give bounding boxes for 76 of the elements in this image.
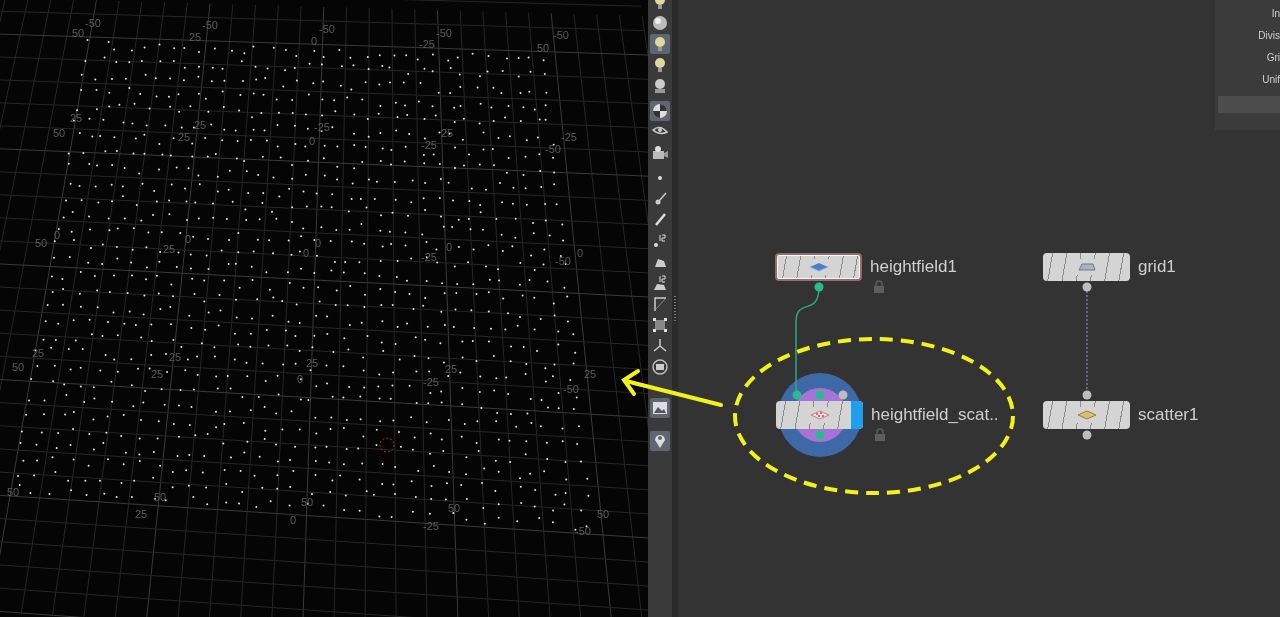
node-tile[interactable] [1043, 253, 1130, 281]
output-port[interactable] [1082, 282, 1092, 292]
grid-label: 25 [69, 112, 83, 124]
grid-label: 0 [445, 241, 453, 253]
grid-label: 25 [440, 127, 454, 139]
node-name: scatter1 [1138, 405, 1199, 425]
parameter-label: Gri [1265, 50, 1280, 65]
grid-label: 0 [310, 35, 318, 47]
node-tile[interactable] [775, 253, 862, 281]
grid-label: 25 [31, 347, 45, 359]
grid-label: -25 [419, 38, 435, 50]
grid-label: 50 [6, 486, 20, 498]
grid-label: -50 [85, 17, 101, 29]
grid-label: 0 [314, 237, 322, 249]
grid-label: 50 [300, 496, 314, 508]
grid-label: 50 [71, 27, 85, 39]
grid-label: 0 [296, 373, 304, 385]
grid-label: 25 [583, 368, 597, 380]
grid-label: 25 [305, 357, 319, 369]
grid-label: 0 [308, 135, 316, 147]
grid-label: -50 [319, 23, 335, 35]
grid-label: 50 [11, 361, 25, 373]
grid-label: 25 [168, 351, 182, 363]
output-port[interactable] [1082, 430, 1092, 440]
input-port[interactable] [792, 390, 802, 400]
grid-label: -25 [423, 520, 439, 532]
node-name: heightfield_scat.. [871, 405, 999, 425]
light-bulb-icon[interactable] [650, 34, 670, 54]
grid-label: 25 [193, 119, 207, 131]
grid-label: 25 [444, 363, 458, 375]
grid-label: -25 [314, 121, 330, 133]
grid-label: 25 [177, 131, 191, 143]
input-port[interactable] [815, 390, 825, 400]
grid-label: -50 [575, 525, 591, 537]
grid-label: -25 [561, 131, 577, 143]
grid-label: 0 [302, 247, 310, 259]
grid-label: -50 [202, 19, 218, 31]
grid-label: -25 [421, 251, 437, 263]
grid-label: 0 [184, 233, 192, 245]
grid-label: -25 [423, 376, 439, 388]
input-port[interactable] [838, 390, 848, 400]
grid-label: 50 [596, 508, 610, 520]
node-tile[interactable] [1043, 401, 1130, 429]
splitter-handle[interactable] [674, 295, 676, 322]
ring-icon[interactable] [650, 357, 670, 377]
node-tile[interactable] [776, 401, 863, 429]
grid-label: -50 [436, 27, 452, 39]
grid-label: -25 [421, 139, 437, 151]
parameter-label: In [1270, 6, 1280, 21]
shaded-ball-icon[interactable] [650, 101, 670, 121]
pivot-marker [379, 437, 395, 453]
location-pin-icon[interactable] [650, 431, 670, 451]
grid-label: 50 [447, 502, 461, 514]
input-port[interactable] [1082, 390, 1092, 400]
node-name: heightfield1 [870, 257, 957, 277]
grid-label: -50 [553, 29, 569, 41]
grid-label: 25 [188, 31, 202, 43]
grid-label: 0 [576, 247, 584, 259]
grid-label: -50 [545, 143, 561, 155]
parameter-label: Unif [1261, 72, 1280, 87]
grid-label: 0 [289, 514, 297, 526]
square-handles-icon[interactable] [650, 315, 670, 335]
grid-label: 50 [153, 491, 167, 503]
picture-icon[interactable] [650, 398, 670, 418]
grid-label: 25 [162, 243, 176, 255]
grid-label: 0 [53, 229, 61, 241]
grid-label: 25 [150, 368, 164, 380]
sphere-icon[interactable] [650, 13, 670, 33]
grid-label: -50 [563, 383, 579, 395]
output-port[interactable] [814, 282, 824, 292]
node-name: grid1 [1138, 257, 1176, 277]
grid-label: 50 [52, 127, 66, 139]
grid-label: 50 [536, 42, 550, 54]
grid-label: 25 [134, 508, 148, 520]
parameter-label: Divis [1257, 28, 1280, 43]
grid-label: 50 [34, 237, 48, 249]
